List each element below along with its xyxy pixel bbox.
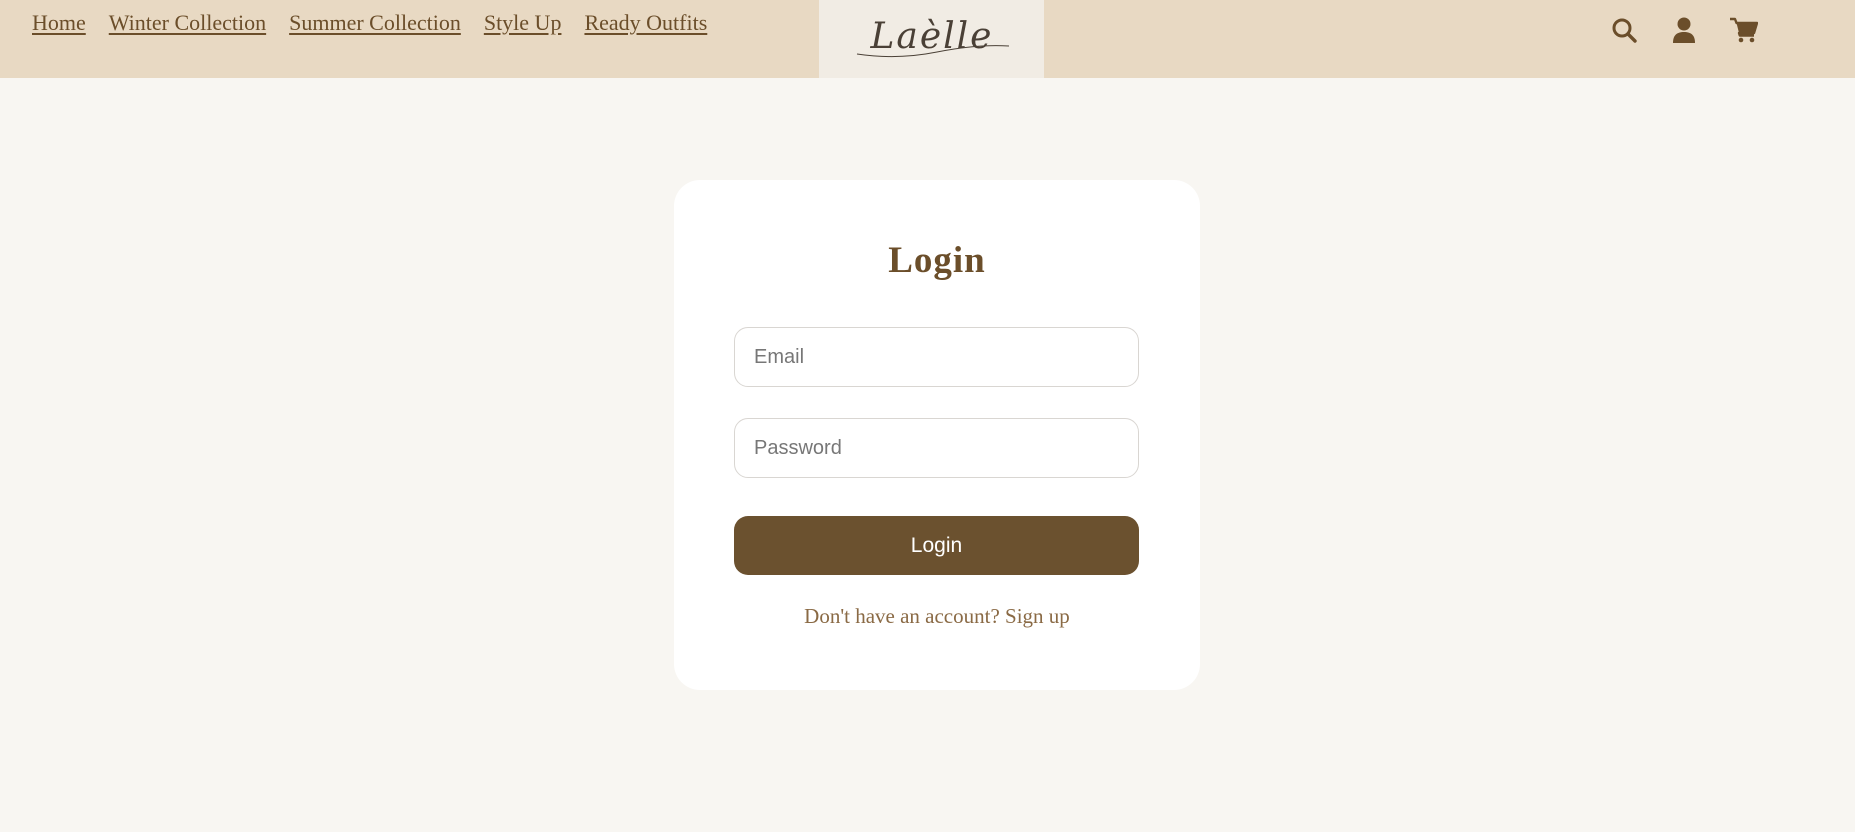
nav-link-ready-outfits[interactable]: Ready Outfits: [584, 10, 707, 36]
account-button[interactable]: [1668, 14, 1700, 46]
site-header: Home Winter Collection Summer Collection…: [0, 0, 1855, 78]
logo-wordmark: Laèlle: [856, 16, 1009, 58]
login-title: Login: [888, 240, 986, 281]
main-nav: Home Winter Collection Summer Collection…: [32, 10, 707, 36]
nav-link-winter-collection[interactable]: Winter Collection: [109, 10, 266, 36]
header-icons: [1608, 14, 1760, 46]
cart-icon: [1730, 17, 1758, 43]
password-input[interactable]: [734, 418, 1139, 478]
signup-prompt-row: Don't have an account? Sign up: [674, 604, 1200, 629]
login-button[interactable]: Login: [734, 516, 1139, 575]
signup-link[interactable]: Sign up: [1005, 604, 1070, 628]
nav-link-summer-collection[interactable]: Summer Collection: [289, 10, 461, 36]
signup-prompt-text: Don't have an account?: [804, 604, 1000, 628]
user-icon: [1673, 17, 1695, 43]
brand-logo[interactable]: Laèlle: [819, 0, 1044, 78]
logo-text: Laèlle: [869, 16, 993, 57]
nav-link-style-up[interactable]: Style Up: [484, 10, 562, 36]
nav-link-home[interactable]: Home: [32, 10, 86, 36]
cart-button[interactable]: [1728, 14, 1760, 46]
search-icon: [1612, 18, 1637, 43]
login-card: Login Login Don't have an account? Sign …: [674, 180, 1200, 690]
search-button[interactable]: [1608, 14, 1640, 46]
email-input[interactable]: [734, 327, 1139, 387]
